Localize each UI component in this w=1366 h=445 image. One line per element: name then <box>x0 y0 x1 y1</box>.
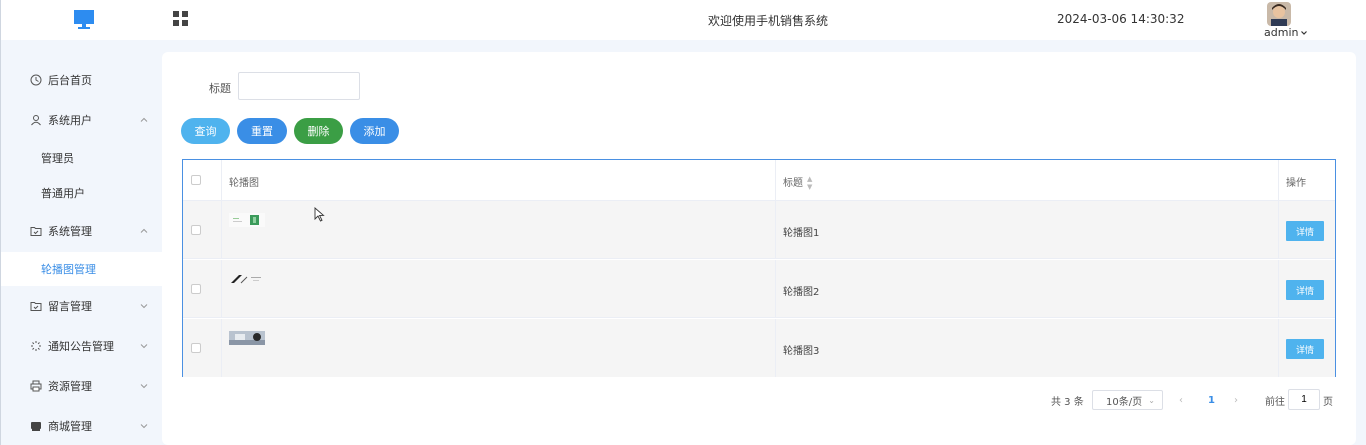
table-header: 轮播图 标题 ▲ ▼ 操作 <box>183 160 1335 201</box>
sidebar-item-label: 商城管理 <box>48 420 92 433</box>
sort-icon[interactable]: ▲ ▼ <box>807 175 812 191</box>
chevron-down-icon <box>140 424 148 429</box>
page-size-select[interactable]: 10条/页 ⌄ <box>1092 390 1163 410</box>
sidebar-item-label: 通知公告管理 <box>48 340 114 353</box>
user-icon <box>31 115 41 126</box>
main-panel: 标题 查询 重置 删除 添加 轮播图 标题 ▲ ▼ 操作 轮播图1 详情 轮播图… <box>162 52 1356 445</box>
sidebar-item-label: 轮播图管理 <box>41 263 96 276</box>
goto-page-input[interactable] <box>1288 389 1320 410</box>
sidebar-item-label: 留言管理 <box>48 300 92 313</box>
sidebar-item-notices[interactable]: 通知公告管理 <box>1 328 162 364</box>
chevron-up-icon <box>140 117 148 122</box>
sidebar-item-carousel-management[interactable]: 轮播图管理 <box>1 252 162 286</box>
chevron-down-icon: ⌄ <box>1148 395 1155 405</box>
sidebar-item-system-management[interactable]: 系统管理 <box>1 213 162 249</box>
sidebar: 后台首页 系统用户 管理员 普通用户 系统管理 轮播图管理 留言管理 通知公告管… <box>0 40 162 445</box>
detail-button[interactable]: 详情 <box>1286 339 1324 359</box>
row-checkbox[interactable] <box>191 284 201 294</box>
table-row: 轮播图3 详情 <box>183 319 1335 377</box>
sidebar-item-home[interactable]: 后台首页 <box>1 62 162 98</box>
cart-icon <box>31 422 41 431</box>
sidebar-item-messages[interactable]: 留言管理 <box>1 288 162 324</box>
chevron-down-icon <box>140 384 148 389</box>
row-title: 轮播图3 <box>783 346 820 357</box>
sidebar-item-label: 普通用户 <box>41 187 85 200</box>
sidebar-item-shop[interactable]: 商城管理 <box>1 408 162 444</box>
reset-button[interactable]: 重置 <box>237 118 287 144</box>
avatar[interactable] <box>1267 2 1291 26</box>
page-number[interactable]: 1 <box>1208 390 1215 410</box>
page-suffix-label: 页 <box>1323 396 1333 408</box>
sidebar-item-label: 后台首页 <box>48 74 92 87</box>
scrollbar[interactable] <box>1356 52 1364 445</box>
column-header-image: 轮播图 <box>229 178 259 189</box>
row-title: 轮播图2 <box>783 287 820 298</box>
site-title: 欢迎使用手机销售系统 <box>708 14 829 28</box>
clock-icon <box>30 74 42 86</box>
detail-button[interactable]: 详情 <box>1286 221 1324 241</box>
select-all-checkbox[interactable] <box>191 175 201 185</box>
carousel-thumbnail <box>229 213 265 227</box>
chevron-down-icon <box>140 304 148 309</box>
top-bar: 欢迎使用手机销售系统 2024-03-06 14:30:32 admin <box>0 0 1366 40</box>
row-checkbox[interactable] <box>191 343 201 353</box>
column-header-title-label: 标题 <box>783 178 803 189</box>
table-row: 轮播图2 详情 <box>183 260 1335 318</box>
page-size-value: 10条/页 <box>1106 396 1143 408</box>
datetime-display: 2024-03-06 14:30:32 <box>1057 12 1185 26</box>
title-filter-label: 标题 <box>209 82 231 95</box>
sidebar-item-label: 管理员 <box>41 152 74 165</box>
add-button[interactable]: 添加 <box>350 118 399 144</box>
sidebar-item-normal-users[interactable]: 普通用户 <box>1 176 162 210</box>
carousel-thumbnail <box>229 331 265 345</box>
printer-icon <box>30 380 42 392</box>
next-page-button[interactable]: › <box>1234 390 1238 410</box>
chevron-down-icon <box>1301 30 1308 35</box>
sidebar-item-label: 系统用户 <box>48 114 92 127</box>
chevron-down-icon <box>140 344 148 349</box>
chevron-up-icon <box>140 228 148 233</box>
row-checkbox[interactable] <box>191 225 201 235</box>
user-menu[interactable]: admin <box>1264 26 1308 39</box>
delete-button[interactable]: 删除 <box>294 118 343 144</box>
row-title: 轮播图1 <box>783 228 820 239</box>
sidebar-item-label: 系统管理 <box>48 225 92 238</box>
column-header-title[interactable]: 标题 ▲ ▼ <box>783 174 812 191</box>
sidebar-item-resources[interactable]: 资源管理 <box>1 368 162 404</box>
column-header-op: 操作 <box>1286 178 1306 189</box>
username: admin <box>1264 26 1299 39</box>
folder-icon <box>30 302 42 311</box>
detail-button[interactable]: 详情 <box>1286 280 1324 300</box>
goto-label: 前往 <box>1265 396 1285 408</box>
mouse-cursor-icon <box>314 207 325 222</box>
monitor-logo-icon[interactable] <box>73 9 95 31</box>
title-filter-input[interactable] <box>238 72 360 100</box>
grid-menu-icon[interactable] <box>173 11 188 26</box>
prev-page-button[interactable]: ‹ <box>1179 390 1183 410</box>
sidebar-item-admins[interactable]: 管理员 <box>1 141 162 175</box>
loading-icon <box>31 341 41 351</box>
sidebar-item-system-users[interactable]: 系统用户 <box>1 102 162 138</box>
sidebar-item-label: 资源管理 <box>48 380 92 393</box>
carousel-table: 轮播图 标题 ▲ ▼ 操作 轮播图1 详情 轮播图2 详情 轮播图3 详情 <box>182 159 1336 377</box>
pagination-total: 共 3 条 <box>1051 396 1084 408</box>
carousel-thumbnail <box>229 272 265 286</box>
folder-icon <box>30 227 42 236</box>
table-row: 轮播图1 详情 <box>183 201 1335 259</box>
query-button[interactable]: 查询 <box>181 118 230 144</box>
